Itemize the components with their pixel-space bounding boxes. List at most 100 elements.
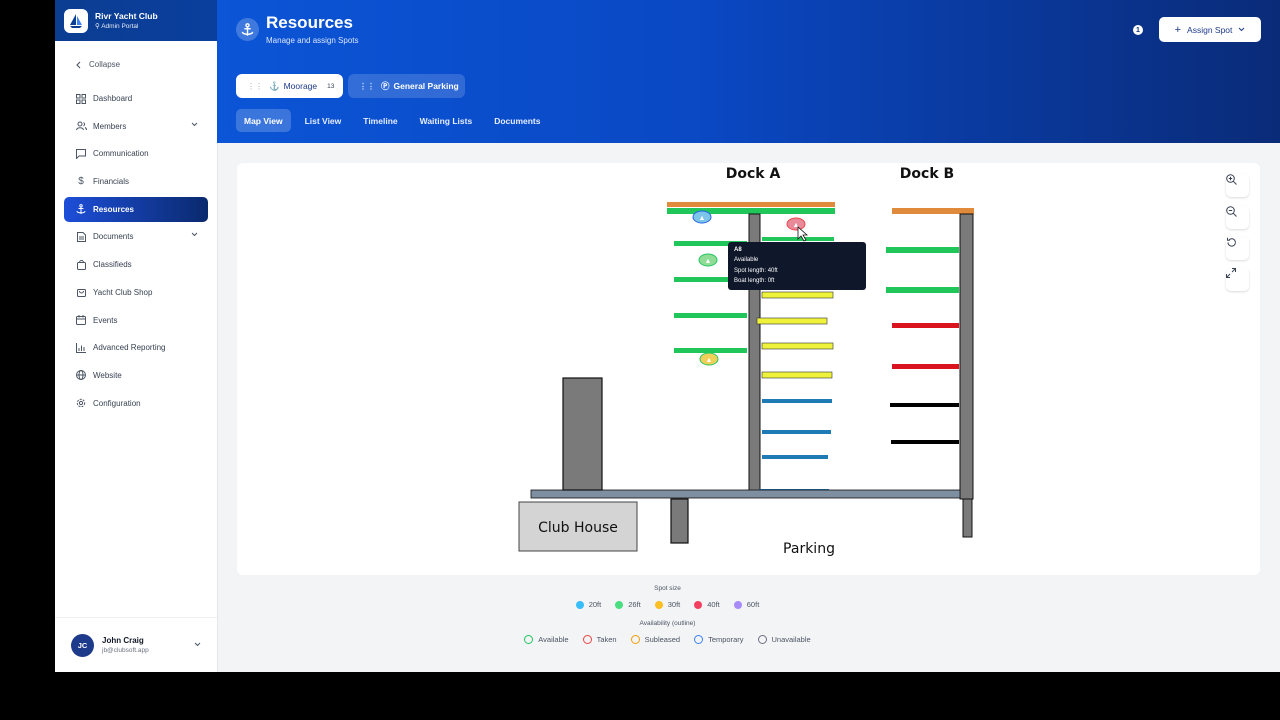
slip[interactable] — [761, 371, 833, 379]
sidebar-item-label: Members — [93, 121, 127, 131]
marina-map-canvas: Dock A Dock B Club House Parking ▲ ▲ ▲ ▲ — [518, 166, 974, 557]
legend-item-20ft: 20ft — [575, 600, 601, 609]
reset-icon — [1227, 237, 1236, 247]
sidebar-item-classifieds[interactable]: Classifieds — [64, 252, 208, 277]
collapse-label: Collapse — [89, 60, 121, 69]
slip[interactable] — [892, 323, 959, 328]
document-icon — [75, 231, 87, 243]
sidebar-item-label: Events — [93, 315, 118, 325]
slip[interactable] — [761, 291, 834, 299]
slip[interactable] — [674, 348, 747, 353]
chevron-left-icon — [76, 61, 81, 68]
sidebar-item-communication[interactable]: Communication — [64, 141, 208, 166]
sidebar-item-documents[interactable]: Documents — [64, 224, 208, 249]
slip[interactable] — [891, 440, 959, 444]
availability-legend: Available Taken Subleased Temporary Unav… — [55, 635, 1280, 644]
user-email: jb@clubsoft.app — [102, 647, 149, 654]
legend-label: Temporary — [708, 635, 744, 644]
slip[interactable] — [762, 430, 831, 434]
notification-badge[interactable]: 1 — [1133, 25, 1143, 35]
dock-a-head-orange — [667, 202, 835, 207]
slip[interactable] — [886, 287, 959, 293]
slip[interactable] — [886, 247, 959, 253]
sidebar-item-label: Documents — [93, 232, 134, 242]
drag-handle-icon[interactable]: ⋮⋮ — [359, 82, 375, 91]
sidebar-item-website[interactable]: Website — [64, 363, 208, 388]
slip[interactable] — [674, 313, 747, 318]
tab-waiting-lists[interactable]: Waiting Lists — [412, 109, 481, 132]
legend-label: 30ft — [667, 600, 681, 609]
legend-item-available: Available — [524, 635, 569, 644]
spot-marker-30ft[interactable]: ▲ — [699, 352, 719, 366]
sidebar-item-financials[interactable]: $ Financials — [64, 169, 208, 194]
spot-size-title: Spot size — [654, 585, 681, 592]
slip[interactable] — [890, 403, 959, 407]
plus-icon: + — [1174, 23, 1182, 36]
tab-list-view[interactable]: List View — [297, 109, 350, 132]
page-title: Resources — [266, 13, 353, 32]
sidebar-item-advanced-reporting[interactable]: Advanced Reporting — [64, 335, 208, 360]
users-icon — [75, 120, 87, 132]
club-house-label: Club House — [538, 520, 618, 536]
slip[interactable] — [761, 342, 834, 350]
spot-marker-20ft[interactable]: ▲ — [692, 210, 712, 224]
shop-icon — [75, 286, 87, 298]
chart-icon — [75, 342, 87, 354]
main-walkway — [530, 489, 961, 499]
sidebar-item-events[interactable]: Events — [64, 308, 208, 333]
anchor-icon — [236, 18, 259, 41]
sailboat-logo-icon — [64, 8, 88, 33]
legend-label: Taken — [596, 635, 617, 644]
sidebar-item-members[interactable]: Members — [64, 114, 208, 139]
dock-b-pier — [959, 213, 974, 500]
parking-icon: Ⓟ — [381, 81, 390, 91]
zoom-out-button[interactable] — [1226, 206, 1249, 229]
bag-icon — [75, 259, 87, 271]
chevron-down-icon — [191, 122, 198, 126]
slip[interactable] — [756, 317, 828, 325]
slip[interactable] — [762, 455, 828, 459]
spot-size-legend: 20ft 26ft 30ft 40ft 60ft — [55, 600, 1280, 609]
legend-label: 26ft — [628, 600, 641, 609]
tab-map-view[interactable]: Map View — [236, 109, 291, 132]
legend-item-30ft: 30ft — [654, 600, 681, 609]
ramp-post — [670, 498, 689, 544]
drag-handle-icon[interactable]: ⋮⋮ — [247, 82, 263, 91]
sidebar-item-label: Classifieds — [93, 260, 132, 270]
anchor-icon: ⚓ — [269, 80, 280, 91]
dollar-icon: $ — [78, 176, 84, 188]
spot-marker-26ft[interactable]: ▲ — [698, 253, 718, 267]
tooltip-boat-length: Boat length: 0ft — [734, 278, 775, 284]
sidebar-item-resources[interactable]: Resources — [64, 196, 208, 222]
dock-a-head-green — [667, 208, 835, 214]
dashboard-icon — [75, 93, 87, 105]
fullscreen-button[interactable] — [1226, 268, 1249, 291]
dock-b-head-orange — [892, 208, 974, 214]
sidebar-item-dashboard[interactable]: Dashboard — [64, 86, 208, 111]
sidebar-item-label: Yacht Club Shop — [93, 287, 153, 297]
assign-spot-button[interactable]: + Assign Spot — [1159, 17, 1261, 42]
sidebar-item-yacht-club-shop[interactable]: Yacht Club Shop — [64, 280, 208, 305]
marina-map[interactable]: Dock A Dock B Club House Parking ▲ ▲ ▲ ▲… — [237, 163, 1260, 575]
tab-timeline[interactable]: Timeline — [355, 109, 405, 132]
tooltip-spot-length: Spot length: 40ft — [734, 268, 778, 274]
tab-documents[interactable]: Documents — [486, 109, 548, 132]
spot-marker-40ft[interactable]: ▲ — [786, 217, 806, 231]
sidebar-item-label: Financials — [93, 177, 130, 187]
zoom-in-icon — [1226, 174, 1237, 185]
spot-tooltip: A8 Available Spot length: 40ft Boat leng… — [728, 242, 866, 290]
zoom-in-button[interactable] — [1226, 174, 1249, 197]
sidebar-item-configuration[interactable]: Configuration — [64, 391, 208, 416]
reset-view-button[interactable] — [1226, 237, 1249, 260]
tab-general-parking[interactable]: ⋮⋮ Ⓟ General Parking — [348, 74, 465, 98]
collapse-button[interactable]: Collapse — [75, 60, 120, 69]
slip[interactable] — [892, 364, 959, 369]
brand-name: Rivr Yacht Club — [95, 11, 158, 21]
slip[interactable] — [762, 399, 832, 403]
tab-moorage[interactable]: ⋮⋮ ⚓ Moorage 13 — [236, 74, 343, 98]
chevron-down-icon — [1239, 27, 1245, 32]
legend-item-unavailable: Unavailable — [757, 635, 811, 644]
sidebar-item-label: Dashboard — [93, 94, 133, 103]
legend-label: 40ft — [707, 600, 720, 609]
tooltip-spot-id: A8 — [734, 247, 742, 253]
